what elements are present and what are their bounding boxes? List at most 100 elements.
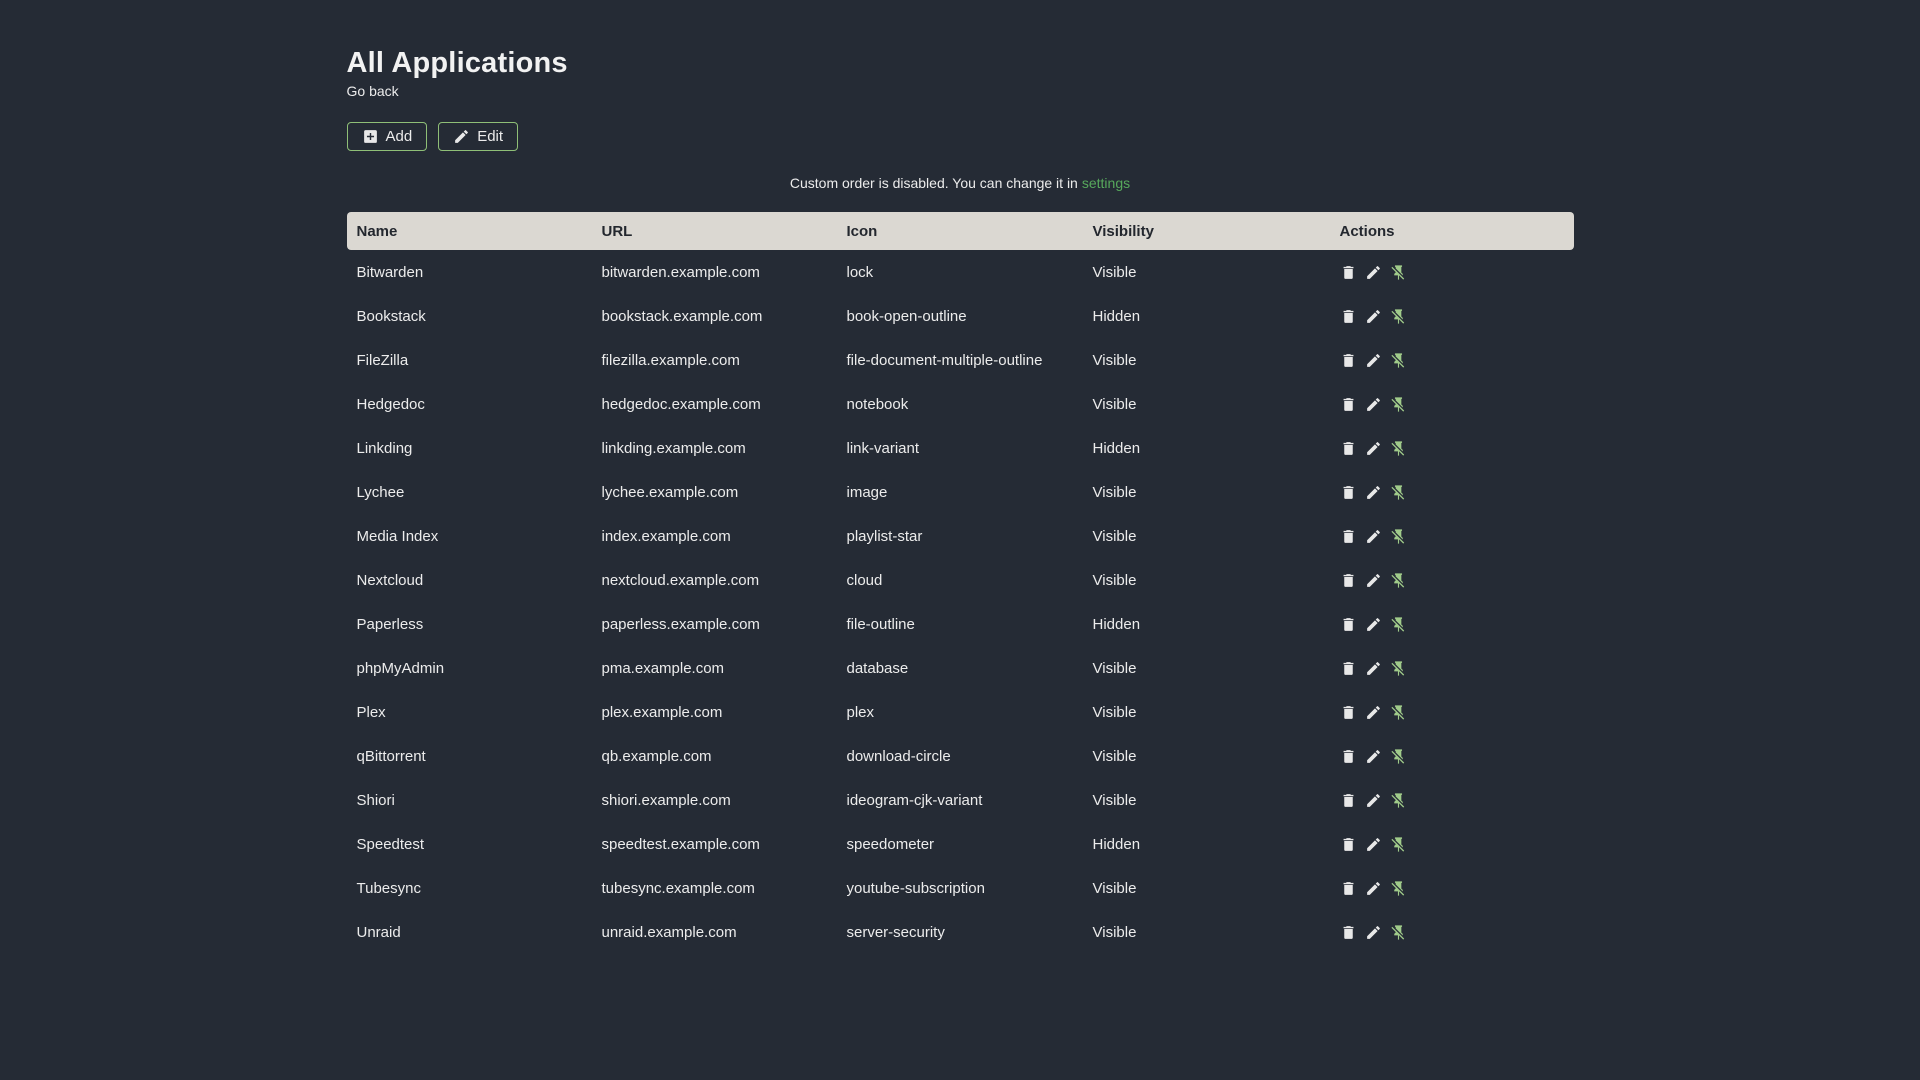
app-url-cell: paperless.example.com [601, 615, 760, 633]
pin-off-icon[interactable] [1390, 352, 1407, 369]
pencil-icon[interactable] [1365, 308, 1382, 325]
pencil-icon[interactable] [1365, 264, 1382, 281]
pin-off-icon[interactable] [1390, 924, 1407, 941]
row-actions [1340, 440, 1564, 457]
delete-icon[interactable] [1340, 396, 1357, 413]
delete-icon[interactable] [1340, 792, 1357, 809]
pencil-icon[interactable] [1365, 440, 1382, 457]
app-url-cell: lychee.example.com [601, 483, 739, 501]
add-button[interactable]: Add [346, 122, 428, 151]
delete-icon[interactable] [1340, 528, 1357, 545]
table-row: Hedgedoc hedgedoc.example.com notebook V… [347, 382, 1574, 426]
delete-icon[interactable] [1340, 924, 1357, 941]
pin-off-icon[interactable] [1390, 440, 1407, 457]
edit-button-label: Edit [477, 128, 504, 145]
pencil-icon [453, 128, 470, 145]
app-icon-cell: speedometer [846, 835, 935, 853]
app-actions-cell [1330, 514, 1574, 558]
pin-off-icon[interactable] [1390, 528, 1407, 545]
pin-off-icon[interactable] [1390, 660, 1407, 677]
pin-off-icon[interactable] [1390, 264, 1407, 281]
delete-icon[interactable] [1340, 748, 1357, 765]
edit-button[interactable]: Edit [438, 122, 519, 151]
app-icon-cell: database [846, 659, 909, 677]
pin-off-icon[interactable] [1390, 748, 1407, 765]
table-row: FileZilla filezilla.example.com file-doc… [347, 338, 1574, 382]
pencil-icon[interactable] [1365, 528, 1382, 545]
pencil-icon[interactable] [1365, 396, 1382, 413]
pin-off-icon[interactable] [1390, 704, 1407, 721]
row-actions [1340, 616, 1564, 633]
pin-off-icon[interactable] [1390, 396, 1407, 413]
delete-icon[interactable] [1340, 616, 1357, 633]
table-row: Shiori shiori.example.com ideogram-cjk-v… [347, 778, 1574, 822]
table-row: Plex plex.example.com plex Visible [347, 690, 1574, 734]
app-url-cell: pma.example.com [601, 659, 725, 677]
delete-icon[interactable] [1340, 484, 1357, 501]
notice-text: Custom order is disabled. You can change… [789, 175, 1078, 191]
delete-icon[interactable] [1340, 880, 1357, 897]
pencil-icon[interactable] [1365, 748, 1382, 765]
pencil-icon[interactable] [1365, 616, 1382, 633]
app-name-cell: Speedtest [356, 835, 425, 853]
row-actions [1340, 572, 1564, 589]
pencil-icon[interactable] [1365, 572, 1382, 589]
app-actions-cell [1330, 602, 1574, 646]
delete-icon[interactable] [1340, 660, 1357, 677]
app-icon-cell: ideogram-cjk-variant [846, 791, 983, 809]
app-visibility-cell: Hidden [1092, 439, 1141, 457]
pencil-icon[interactable] [1365, 352, 1382, 369]
row-actions [1340, 924, 1564, 941]
delete-icon[interactable] [1340, 572, 1357, 589]
app-icon-cell: server-security [846, 923, 945, 941]
app-actions-cell [1330, 734, 1574, 778]
pencil-icon[interactable] [1365, 924, 1382, 941]
settings-link[interactable]: settings [1082, 175, 1130, 191]
pin-off-icon[interactable] [1390, 792, 1407, 809]
table-row: Unraid unraid.example.com server-securit… [347, 910, 1574, 954]
plus-box-icon [362, 128, 379, 145]
app-visibility-cell: Visible [1092, 263, 1137, 281]
delete-icon[interactable] [1340, 308, 1357, 325]
pencil-icon[interactable] [1365, 792, 1382, 809]
app-actions-cell [1330, 338, 1574, 382]
pencil-icon[interactable] [1365, 484, 1382, 501]
go-back-link[interactable]: Go back [347, 83, 399, 100]
delete-icon[interactable] [1340, 836, 1357, 853]
app-actions-cell [1330, 558, 1574, 602]
app-actions-cell [1330, 250, 1574, 294]
pin-off-icon[interactable] [1390, 836, 1407, 853]
delete-icon[interactable] [1340, 352, 1357, 369]
delete-icon[interactable] [1340, 440, 1357, 457]
table-row: Speedtest speedtest.example.com speedome… [347, 822, 1574, 866]
row-actions [1340, 484, 1564, 501]
pencil-icon[interactable] [1365, 704, 1382, 721]
applications-table: Name URL Icon Visibility Actions Bitwarden b… [346, 212, 1574, 954]
custom-order-notice: Custom order is disabled. You can change… [347, 175, 1574, 191]
pin-off-icon[interactable] [1390, 880, 1407, 897]
table-row: Lychee lychee.example.com image Visible [347, 470, 1574, 514]
app-name-cell: Unraid [356, 923, 401, 941]
pin-off-icon[interactable] [1390, 572, 1407, 589]
apps-table-header-row: Name URL Icon Visibility Actions [346, 212, 1574, 250]
pin-off-icon[interactable] [1390, 616, 1407, 633]
table-row: Bitwarden bitwarden.example.com lock Vis… [347, 250, 1574, 294]
app-name-cell: Plex [356, 703, 386, 721]
pencil-icon[interactable] [1365, 660, 1382, 677]
delete-icon[interactable] [1340, 704, 1357, 721]
pin-off-icon[interactable] [1390, 308, 1407, 325]
pin-off-icon[interactable] [1390, 484, 1407, 501]
app-url-cell: shiori.example.com [601, 791, 731, 809]
app-visibility-cell: Visible [1092, 791, 1137, 809]
pencil-icon[interactable] [1365, 880, 1382, 897]
app-icon-cell: notebook [846, 395, 909, 413]
pencil-icon[interactable] [1365, 836, 1382, 853]
row-actions [1340, 308, 1564, 325]
app-name-cell: FileZilla [356, 351, 409, 369]
app-url-cell: linkding.example.com [601, 439, 746, 457]
app-url-cell: qb.example.com [601, 747, 712, 765]
app-url-cell: nextcloud.example.com [601, 571, 760, 589]
app-url-cell: speedtest.example.com [601, 835, 760, 853]
app-name-cell: Paperless [356, 615, 424, 633]
delete-icon[interactable] [1340, 264, 1357, 281]
